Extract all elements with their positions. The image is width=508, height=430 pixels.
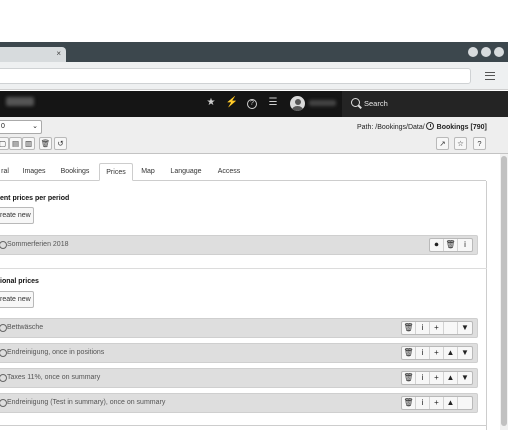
username[interactable] (309, 100, 336, 106)
save-new-button[interactable]: ▥ (22, 137, 35, 150)
plus-icon[interactable]: + (430, 372, 444, 384)
save-button[interactable]: ▤ (9, 137, 22, 150)
move-down-icon[interactable]: ▼ (458, 322, 472, 334)
toggle-icon[interactable]: ⏺ (430, 239, 444, 251)
move-down-icon[interactable]: ▼ (458, 347, 472, 359)
trash-icon: 🗑 (40, 139, 51, 148)
empty-slot: . (444, 322, 458, 334)
path-prefix: Path: /Bookings/Data/ (357, 124, 425, 131)
list-item-label: Endreinigung (Test in summary), once on … (7, 399, 166, 406)
list-item[interactable]: Endreinigung (Test in summary), once on … (0, 393, 478, 413)
record-icon (0, 241, 7, 249)
row-actions: 🗑 i + ▲ ▼ (401, 346, 473, 360)
bookmark-button[interactable]: ☆ (454, 137, 467, 150)
section-heading: ent prices per period (0, 195, 70, 202)
trash-icon[interactable]: 🗑 (444, 239, 458, 251)
breadcrumb: Path: /Bookings/Data/ Bookings [790] (357, 122, 487, 131)
help-glyph: ? (247, 99, 257, 109)
list-item-label: Sommerferien 2018 (7, 241, 69, 248)
language-select[interactable]: 0 ⌄ (0, 120, 42, 134)
panel-bottom-border (0, 425, 487, 426)
tab-close-icon[interactable]: × (56, 49, 61, 58)
tab-images[interactable]: Images (18, 163, 50, 181)
row-actions: 🗑 i + ▲ . (401, 396, 473, 410)
delete-button[interactable]: 🗑 (39, 137, 52, 150)
window-maximize-button[interactable] (481, 47, 491, 57)
plus-icon[interactable]: + (430, 347, 444, 359)
tab-access[interactable]: Access (213, 163, 245, 181)
section-heading: ional prices (0, 278, 39, 285)
create-new-button[interactable]: reate new (0, 207, 34, 224)
tab-general[interactable]: ral (0, 163, 14, 181)
search-label[interactable]: Search (364, 99, 388, 108)
record-icon (0, 374, 7, 382)
help-icon[interactable]: ? (244, 95, 260, 111)
move-down-icon[interactable]: ▼ (458, 372, 472, 384)
plus-icon[interactable]: + (430, 397, 444, 409)
move-up-icon[interactable]: ▲ (444, 347, 458, 359)
move-up-icon[interactable]: ▲ (444, 397, 458, 409)
history-button[interactable]: ↺ (54, 137, 67, 150)
row-actions: 🗑 i + . ▼ (401, 321, 473, 335)
page-title[interactable]: Bookings [790] (437, 124, 487, 131)
open-external-button[interactable]: ↗ (436, 137, 449, 150)
list-item[interactable]: Bettwäsche 🗑 i + . ▼ (0, 318, 478, 338)
select-value: 0 (1, 123, 5, 130)
desktop: × ★ ⚡ ? ☰ Search 0 ⌄ Path: /Bookings/Dat… (0, 0, 508, 430)
browser-toolbar (0, 62, 508, 90)
info-icon[interactable]: i (416, 397, 430, 409)
create-new-button[interactable]: reate new (0, 291, 34, 308)
record-icon (0, 324, 7, 332)
trash-icon[interactable]: 🗑 (402, 347, 416, 359)
browser-menu-icon[interactable] (485, 72, 495, 80)
window-minimize-button[interactable] (468, 47, 478, 57)
row-actions: 🗑 i + ▲ ▼ (401, 371, 473, 385)
row-actions: ⏺ 🗑 i (429, 238, 473, 252)
app-logo (6, 97, 34, 106)
list-item-label: Endreinigung, once in positions (7, 349, 105, 356)
move-up-icon[interactable]: ▲ (444, 372, 458, 384)
search-icon[interactable] (351, 98, 360, 107)
info-icon[interactable]: i (416, 347, 430, 359)
section-divider (0, 268, 487, 269)
tab-bookings[interactable]: Bookings (56, 163, 94, 181)
tab-language[interactable]: Language (166, 163, 206, 181)
browser-tab[interactable]: × (0, 47, 66, 62)
trash-icon[interactable]: 🗑 (402, 397, 416, 409)
tab-map[interactable]: Map (137, 163, 159, 181)
record-icon (425, 122, 434, 130)
list-icon[interactable]: ☰ (265, 95, 281, 111)
window-close-button[interactable] (494, 47, 504, 57)
bolt-icon[interactable]: ⚡ (224, 95, 240, 111)
tab-prices[interactable]: Prices (99, 163, 133, 181)
address-bar[interactable] (0, 68, 471, 84)
info-icon[interactable]: i (416, 372, 430, 384)
record-icon (0, 399, 7, 407)
trash-icon[interactable]: 🗑 (402, 322, 416, 334)
list-item-label: Bettwäsche (7, 324, 44, 331)
close-button[interactable]: ▢ (0, 137, 9, 150)
trash-icon[interactable]: 🗑 (402, 372, 416, 384)
browser-titlebar (0, 42, 508, 62)
plus-icon[interactable]: + (430, 322, 444, 334)
help-button[interactable]: ? (473, 137, 486, 150)
list-item-label: Taxes 11%, once on summary (7, 374, 101, 381)
list-item[interactable]: Endreinigung, once in positions 🗑 i + ▲ … (0, 343, 478, 363)
scrollbar-thumb[interactable] (501, 156, 507, 426)
record-icon (0, 349, 7, 357)
star-icon[interactable]: ★ (203, 95, 219, 111)
chevron-down-icon: ⌄ (32, 123, 38, 130)
info-icon[interactable]: i (458, 239, 472, 251)
list-item[interactable]: Sommerferien 2018 ⏺ 🗑 i (0, 235, 478, 255)
list-item[interactable]: Taxes 11%, once on summary 🗑 i + ▲ ▼ (0, 368, 478, 388)
empty-slot: . (458, 397, 472, 409)
info-icon[interactable]: i (416, 322, 430, 334)
avatar[interactable] (290, 96, 305, 111)
